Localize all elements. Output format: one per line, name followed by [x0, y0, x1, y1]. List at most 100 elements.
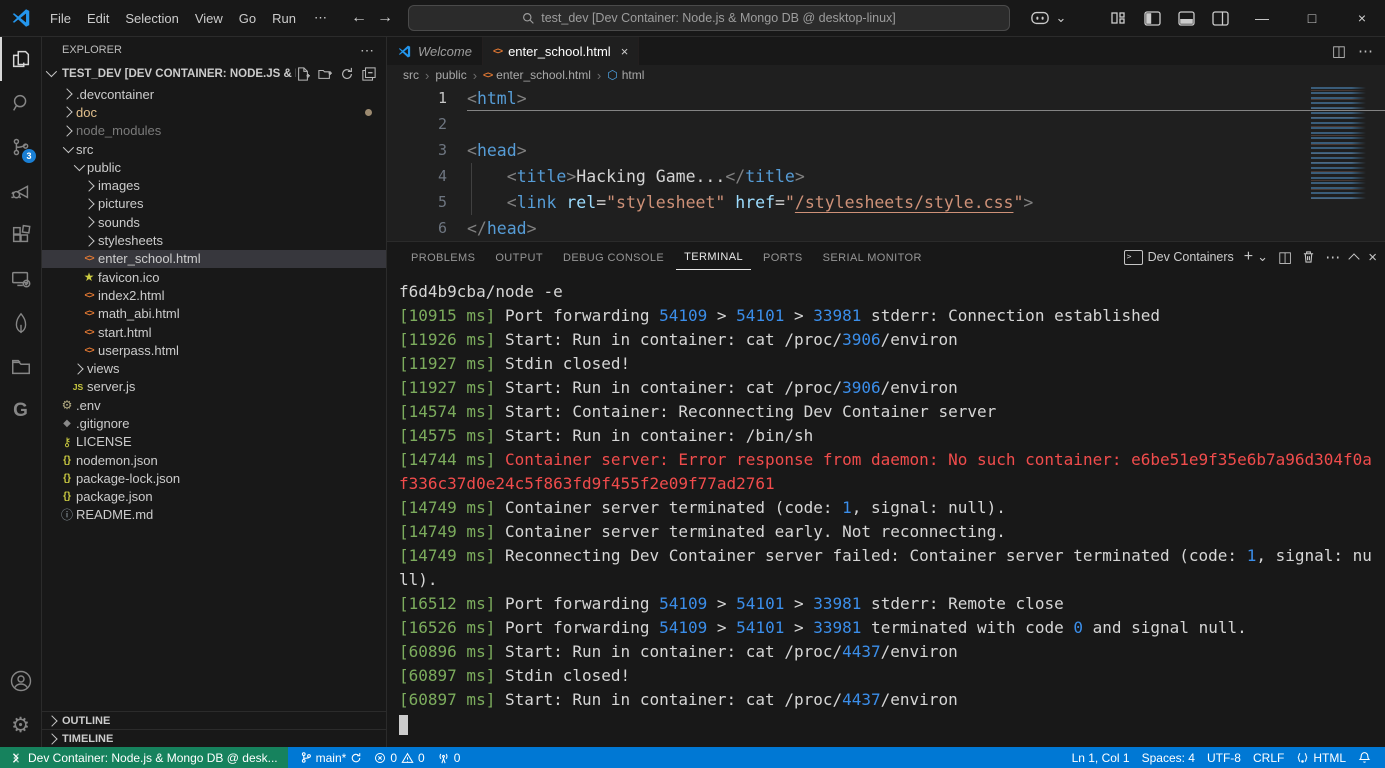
code-editor[interactable]: 1<html>23<head>4 <title>Hacking Game...<…: [387, 85, 1385, 241]
menu-file[interactable]: File: [42, 7, 79, 30]
tree-item-public[interactable]: public: [42, 158, 386, 176]
tree-item-images[interactable]: images: [42, 176, 386, 194]
tree-item-start-html[interactable]: <>start.html: [42, 323, 386, 341]
menu-more[interactable]: ⋯: [306, 6, 335, 30]
panel-tab-serial-monitor[interactable]: SERIAL MONITOR: [815, 245, 930, 270]
toggle-primary-sidebar-icon[interactable]: [1137, 4, 1167, 32]
tree-item-userpass-html[interactable]: <>userpass.html: [42, 341, 386, 359]
menu-view[interactable]: View: [187, 7, 231, 30]
encoding-status[interactable]: UTF-8: [1201, 751, 1247, 765]
tree-item-sounds[interactable]: sounds: [42, 213, 386, 231]
problems-status[interactable]: 0 0: [368, 747, 430, 768]
breadcrumb-item-enter-school-html[interactable]: <>enter_school.html: [483, 68, 591, 82]
tree-item--devcontainer[interactable]: .devcontainer: [42, 85, 386, 103]
new-file-icon[interactable]: [296, 67, 310, 81]
breadcrumb-item-src[interactable]: src: [403, 68, 419, 82]
eol-status[interactable]: CRLF: [1247, 751, 1290, 765]
tree-item-license[interactable]: ⚷LICENSE: [42, 433, 386, 451]
customize-layout-icon[interactable]: [1103, 4, 1133, 32]
window-close-button[interactable]: ×: [1339, 1, 1385, 36]
command-center-search[interactable]: test_dev [Dev Container: Node.js & Mongo…: [408, 5, 1010, 31]
tree-item-package-json[interactable]: {}package.json: [42, 488, 386, 506]
panel-tab-terminal[interactable]: TERMINAL: [676, 244, 751, 270]
menu-edit[interactable]: Edit: [79, 7, 117, 30]
language-mode-status[interactable]: HTML: [1290, 751, 1352, 765]
tab-welcome[interactable]: Welcome: [387, 37, 483, 65]
tree-item-src[interactable]: src: [42, 140, 386, 158]
tree-item-index2-html[interactable]: <>index2.html: [42, 286, 386, 304]
tree-item--env[interactable]: ⚙.env: [42, 396, 386, 414]
window-maximize-button[interactable]: □: [1289, 1, 1335, 36]
containers-icon[interactable]: [0, 345, 41, 389]
outline-section[interactable]: OUTLINE: [42, 711, 386, 729]
remote-indicator[interactable]: Dev Container: Node.js & Mongo DB @ desk…: [0, 747, 288, 768]
terminal-output[interactable]: f6d4b9cba/node -e[10915 ms] Port forward…: [387, 272, 1385, 747]
breadcrumb-item-html[interactable]: ⬡html: [607, 68, 644, 82]
explorer-icon[interactable]: [0, 37, 41, 81]
new-folder-icon[interactable]: [318, 67, 332, 81]
nav-back-icon[interactable]: ←: [351, 9, 367, 27]
mongodb-icon[interactable]: [0, 301, 41, 345]
breadcrumb-label: public: [435, 68, 466, 82]
tree-item-doc[interactable]: doc: [42, 103, 386, 121]
tree-item-views[interactable]: views: [42, 359, 386, 377]
tree-item-enter-school-html[interactable]: <>enter_school.html: [42, 250, 386, 268]
terminal-dropdown-chevron-icon[interactable]: ⌄: [1257, 249, 1268, 265]
terminal-profile[interactable]: > Dev Containers: [1124, 250, 1234, 265]
nav-forward-icon[interactable]: →: [377, 9, 393, 27]
tree-item-stylesheets[interactable]: stylesheets: [42, 231, 386, 249]
gitlens-icon[interactable]: G: [0, 389, 41, 433]
menu-go[interactable]: Go: [231, 7, 264, 30]
panel-more-actions-icon[interactable]: ⋯: [1325, 248, 1340, 266]
timeline-section[interactable]: TIMELINE: [42, 729, 386, 747]
breadcrumb-item-public[interactable]: public: [435, 68, 466, 82]
panel-tab-problems[interactable]: PROBLEMS: [403, 245, 483, 270]
git-branch-status[interactable]: main*: [294, 747, 369, 768]
tree-item--gitignore[interactable]: ◆.gitignore: [42, 414, 386, 432]
panel-tab-debug-console[interactable]: DEBUG CONSOLE: [555, 245, 672, 270]
settings-gear-icon[interactable]: ⚙: [0, 703, 41, 747]
tree-item-nodemon-json[interactable]: {}nodemon.json: [42, 451, 386, 469]
tab-enter-school-html[interactable]: <>enter_school.html×: [483, 37, 639, 65]
tree-item-favicon-ico[interactable]: ★favicon.ico: [42, 268, 386, 286]
maximize-panel-icon[interactable]: [1349, 253, 1360, 264]
explorer-more-actions-icon[interactable]: ⋯: [360, 42, 374, 59]
cursor-position-status[interactable]: Ln 1, Col 1: [1066, 751, 1136, 765]
split-editor-icon[interactable]: ◫: [1332, 42, 1346, 60]
tree-item-pictures[interactable]: pictures: [42, 195, 386, 213]
account-icon[interactable]: [0, 659, 41, 703]
kill-terminal-trash-icon[interactable]: [1302, 250, 1315, 264]
forwarded-ports-status[interactable]: 0: [431, 747, 467, 768]
extensions-icon[interactable]: [0, 213, 41, 257]
tree-item-package-lock-json[interactable]: {}package-lock.json: [42, 469, 386, 487]
toggle-panel-icon[interactable]: [1171, 4, 1201, 32]
collapse-folders-icon[interactable]: [362, 67, 376, 81]
editor-more-actions-icon[interactable]: ⋯: [1358, 42, 1373, 60]
file-tree: .devcontainerdocnode_modulessrcpublicima…: [42, 85, 386, 524]
panel-tab-output[interactable]: OUTPUT: [487, 245, 551, 270]
tree-item-math-abi-html[interactable]: <>math_abi.html: [42, 305, 386, 323]
tree-item-node-modules[interactable]: node_modules: [42, 122, 386, 140]
tab-close-icon[interactable]: ×: [621, 44, 629, 59]
split-terminal-icon[interactable]: ◫: [1278, 248, 1292, 266]
project-root-row[interactable]: TEST_DEV [DEV CONTAINER: NODE.JS & MONGO…: [42, 63, 386, 85]
close-panel-icon[interactable]: ×: [1368, 249, 1377, 266]
window-minimize-button[interactable]: —: [1239, 1, 1285, 36]
copilot-icon[interactable]: [1025, 4, 1055, 32]
new-terminal-icon[interactable]: +: [1244, 248, 1253, 266]
toggle-secondary-sidebar-icon[interactable]: [1205, 4, 1235, 32]
copilot-menu-chevron-icon[interactable]: ⌄: [1053, 4, 1069, 32]
tree-item-server-js[interactable]: JSserver.js: [42, 378, 386, 396]
remote-explorer-icon[interactable]: [0, 257, 41, 301]
tree-item-readme-md[interactable]: ⓘREADME.md: [42, 506, 386, 524]
menu-selection[interactable]: Selection: [117, 7, 186, 30]
panel-tab-ports[interactable]: PORTS: [755, 245, 811, 270]
refresh-icon[interactable]: [340, 67, 354, 81]
run-debug-icon[interactable]: [0, 169, 41, 213]
menu-run[interactable]: Run: [264, 7, 304, 30]
search-view-icon[interactable]: [0, 81, 41, 125]
notifications-bell-icon[interactable]: [1352, 751, 1377, 764]
source-control-icon[interactable]: 3: [0, 125, 41, 169]
minimap[interactable]: [1311, 87, 1369, 199]
indentation-status[interactable]: Spaces: 4: [1136, 751, 1201, 765]
